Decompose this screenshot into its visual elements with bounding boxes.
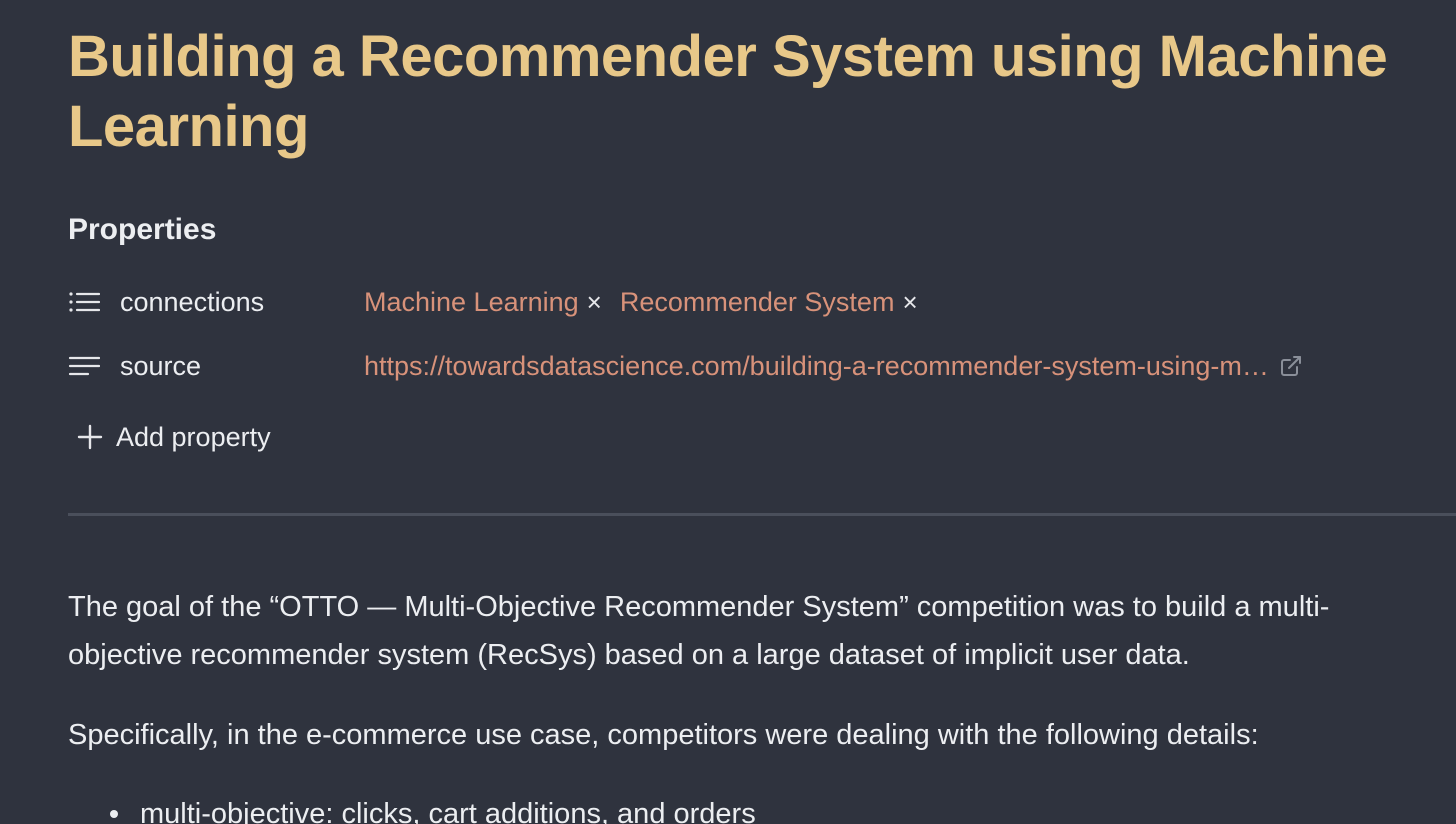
note-page: Building a Recommender System using Mach… (0, 0, 1456, 824)
bullet-dot (110, 810, 118, 818)
remove-tag-icon[interactable]: × (902, 284, 917, 320)
connection-tag[interactable]: Machine Learning × (364, 284, 602, 320)
connection-tag-label[interactable]: Machine Learning (364, 284, 579, 320)
connection-tag-label[interactable]: Recommender System (620, 284, 895, 320)
note-title[interactable]: Building a Recommender System using Mach… (68, 22, 1398, 162)
add-property-label: Add property (116, 421, 271, 452)
paragraph[interactable]: Specifically, in the e-commerce use case… (68, 711, 1438, 759)
property-key-connections[interactable]: connections (120, 284, 364, 320)
remove-tag-icon[interactable]: × (587, 284, 602, 320)
text-lines-icon[interactable] (68, 353, 104, 379)
property-value-connections[interactable]: Machine Learning × Recommender System × (364, 284, 936, 320)
properties-heading[interactable]: Properties (68, 212, 216, 248)
property-key-source[interactable]: source (120, 348, 364, 384)
connection-tag[interactable]: Recommender System × (620, 284, 918, 320)
list-icon[interactable] (68, 289, 104, 315)
property-row-source: source https://towardsdatascience.com/bu… (68, 346, 1418, 386)
property-row-connections: connections Machine Learning × Recommend… (68, 282, 1418, 322)
plus-icon (76, 423, 104, 451)
paragraph[interactable]: The goal of the “OTTO — Multi-Objective … (68, 583, 1438, 679)
list-item[interactable]: multi-objective: clicks, cart additions,… (68, 790, 1438, 824)
bullet-list: multi-objective: clicks, cart additions,… (68, 790, 1438, 824)
source-link[interactable]: https://towardsdatascience.com/building-… (364, 348, 1269, 384)
divider (68, 513, 1456, 516)
list-item-text[interactable]: multi-objective: clicks, cart additions,… (140, 798, 756, 824)
add-property-button[interactable]: Add property (76, 418, 271, 456)
external-link-icon[interactable] (1279, 354, 1303, 378)
property-value-source[interactable]: https://towardsdatascience.com/building-… (364, 348, 1303, 384)
